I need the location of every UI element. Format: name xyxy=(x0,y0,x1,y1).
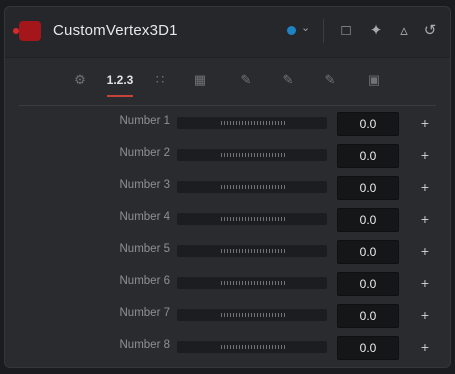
node-header: CustomVertex3D1 ⌄ □ ✦ ▵ ↺ xyxy=(5,7,450,58)
brush-icon: ✎ xyxy=(240,72,252,87)
points-icon: ∷ xyxy=(155,72,165,87)
brush-icon: ✎ xyxy=(282,72,294,87)
tab-intermediates[interactable]: ✎ xyxy=(231,69,261,91)
number-slider[interactable] xyxy=(177,117,327,129)
lock-icon[interactable]: ▵ xyxy=(395,21,413,41)
number-value-field[interactable]: 0.0 xyxy=(337,144,399,168)
number-row: Number 3 0.0 + xyxy=(5,173,452,201)
number-row: Number 7 0.0 + xyxy=(5,301,452,329)
number-value-field[interactable]: 0.0 xyxy=(337,112,399,136)
node-close-icon[interactable] xyxy=(13,21,41,41)
number-value-field[interactable]: 0.0 xyxy=(337,176,399,200)
number-row: Number 8 0.0 + xyxy=(5,333,452,361)
number-slider[interactable] xyxy=(177,149,327,161)
header-divider xyxy=(323,19,324,43)
tab-lut[interactable]: ▦ xyxy=(185,69,215,91)
slider-ticks xyxy=(221,249,285,253)
number-label: Number 6 xyxy=(119,275,171,287)
number-value-field[interactable]: 0.0 xyxy=(337,336,399,360)
number-slider[interactable] xyxy=(177,181,327,193)
number-value-field[interactable]: 0.0 xyxy=(337,208,399,232)
number-value-field[interactable]: 0.0 xyxy=(337,272,399,296)
number-row: Number 6 0.0 + xyxy=(5,269,452,297)
slider-ticks xyxy=(221,185,285,189)
inspector-panel: CustomVertex3D1 ⌄ □ ✦ ▵ ↺ ⚙ 1.2.3 ∷ ▦ ✎ … xyxy=(4,6,451,368)
tab-settings2[interactable]: ✎ xyxy=(315,69,345,91)
number-slider[interactable] xyxy=(177,245,327,257)
slider-ticks xyxy=(221,153,285,157)
add-keyframe-button[interactable]: + xyxy=(417,177,433,197)
tab-points[interactable]: ∷ xyxy=(145,69,175,91)
add-keyframe-button[interactable]: + xyxy=(417,273,433,293)
number-row: Number 2 0.0 + xyxy=(5,141,452,169)
add-keyframe-button[interactable]: + xyxy=(417,113,433,133)
number-value-field[interactable]: 0.0 xyxy=(337,304,399,328)
tab-numbers[interactable]: 1.2.3 xyxy=(105,69,135,97)
reset-icon[interactable]: ↺ xyxy=(421,21,439,41)
slider-ticks xyxy=(221,313,285,317)
lut-icon: ▦ xyxy=(193,72,207,87)
number-row: Number 4 0.0 + xyxy=(5,205,452,233)
slider-ticks xyxy=(221,217,285,221)
number-label: Number 7 xyxy=(119,307,171,319)
window-icon[interactable]: □ xyxy=(337,21,355,41)
chevron-down-icon[interactable]: ⌄ xyxy=(301,21,310,34)
slider-ticks xyxy=(221,121,285,125)
add-keyframe-button[interactable]: + xyxy=(417,145,433,165)
node-title: CustomVertex3D1 xyxy=(53,22,178,39)
number-slider[interactable] xyxy=(177,341,327,353)
controls-icon: ⚙ xyxy=(74,72,86,87)
number-row: Number 1 0.0 + xyxy=(5,109,452,137)
tab-settings[interactable]: ▣ xyxy=(359,69,389,91)
add-keyframe-button[interactable]: + xyxy=(417,241,433,261)
color-dot-icon[interactable] xyxy=(287,26,296,35)
number-label: Number 4 xyxy=(119,211,171,223)
number-label: Number 5 xyxy=(119,243,171,255)
number-label: Number 8 xyxy=(119,339,171,351)
inspector-tabs: ⚙ 1.2.3 ∷ ▦ ✎ ✎ ✎ ▣ xyxy=(47,61,407,101)
number-slider[interactable] xyxy=(177,309,327,321)
tab-numbers-label: 1.2.3 xyxy=(106,73,134,87)
number-label: Number 3 xyxy=(119,179,171,191)
camera-icon: ▣ xyxy=(367,72,381,87)
number-label: Number 2 xyxy=(119,147,171,159)
tab-controls[interactable]: ⚙ xyxy=(65,69,95,91)
number-row: Number 5 0.0 + xyxy=(5,237,452,265)
number-label: Number 1 xyxy=(119,115,171,127)
number-slider[interactable] xyxy=(177,213,327,225)
number-slider[interactable] xyxy=(177,277,327,289)
slider-ticks xyxy=(221,281,285,285)
add-keyframe-button[interactable]: + xyxy=(417,305,433,325)
active-tab-indicator xyxy=(107,95,133,97)
slider-ticks xyxy=(221,345,285,349)
tabs-divider xyxy=(19,105,436,106)
pin-icon[interactable]: ✦ xyxy=(367,21,385,41)
add-keyframe-button[interactable]: + xyxy=(417,209,433,229)
add-keyframe-button[interactable]: + xyxy=(417,337,433,357)
number-value-field[interactable]: 0.0 xyxy=(337,240,399,264)
brush-icon: ✎ xyxy=(324,72,336,87)
tab-config[interactable]: ✎ xyxy=(273,69,303,91)
